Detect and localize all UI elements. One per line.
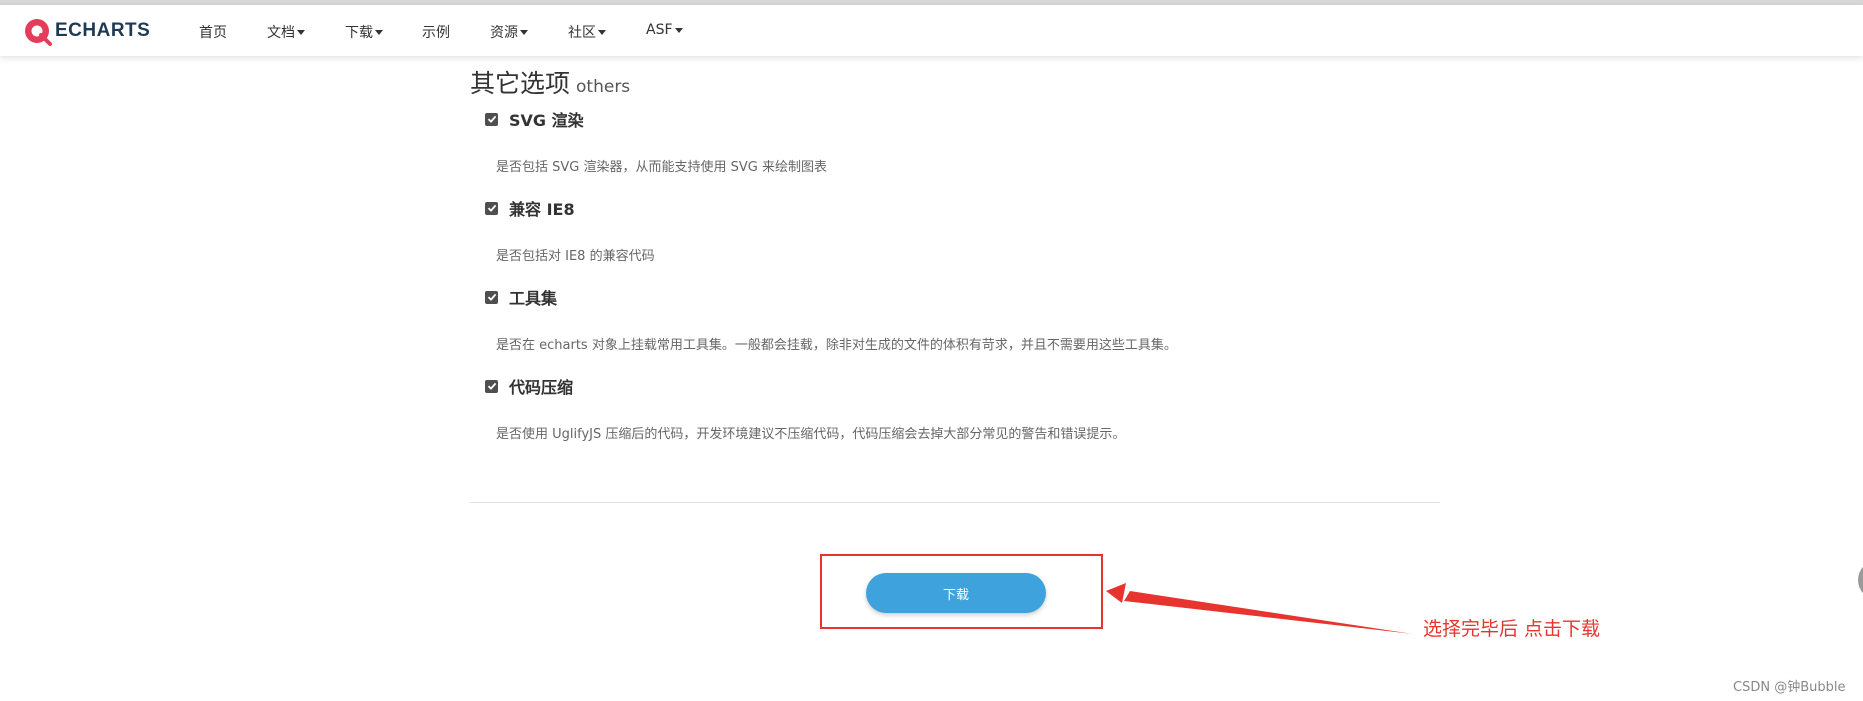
logo-text: ECHARTS [55,20,151,41]
option-description: 是否包括对 IE8 的兼容代码 [496,249,655,264]
nav-item-asf[interactable]: ASF [646,22,683,38]
section-divider [470,502,1440,503]
nav-item-label: 资源 [490,25,518,41]
caret-down-icon [520,29,528,35]
echarts-logo[interactable]: ECHARTS [22,13,150,49]
nav-item-resources[interactable]: 资源 [490,22,528,42]
nav-item-label: 文档 [267,25,295,41]
nav-item-label: 社区 [568,25,596,41]
annotation-text: 选择完毕后 点击下载 [1423,618,1601,640]
nav-item-home[interactable]: 首页 [199,22,227,42]
option-description: 是否使用 UglifyJS 压缩后的代码，开发环境建议不压缩代码，代码压缩会去掉… [496,427,1126,442]
download-button[interactable]: 下载 [866,573,1046,613]
nav-item-label: ASF [646,22,673,38]
checkbox-ie8-compat[interactable] [485,201,498,215]
option-label: 兼容 IE8 [509,200,575,219]
checkbox-minify[interactable] [485,379,498,393]
nav-item-label: 下载 [345,25,373,41]
annotation-arrow-icon [1106,583,1413,634]
section-title-main: 其它选项 [470,69,571,98]
caret-down-icon [375,29,383,35]
option-description: 是否包括 SVG 渲染器，从而能支持使用 SVG 来绘制图表 [496,160,827,175]
option-label: 代码压缩 [509,378,574,397]
top-navbar: ECHARTS 首页 文档 下载 示例 资源 社区 ASF [0,5,1863,56]
caret-down-icon [297,29,305,35]
section-title: 其它选项 others [470,64,630,100]
checkbox-svg-render[interactable] [485,112,498,126]
nav-item-docs[interactable]: 文档 [267,22,305,42]
option-description: 是否在 echarts 对象上挂载常用工具集。一般都会挂载，除非对生成的文件的体… [496,338,1177,353]
option-label: 工具集 [509,289,558,308]
caret-down-icon [674,27,683,33]
checkbox-checked-icon [487,293,496,301]
nav-item-label: 示例 [422,25,450,41]
caret-down-icon [598,29,606,35]
section-title-sub: others [576,77,631,97]
option-label: SVG 渲染 [509,111,584,130]
checkbox-toolkit[interactable] [485,290,498,304]
checkbox-checked-icon [487,204,496,212]
checkbox-checked-icon [487,115,496,123]
nav-item-label: 首页 [199,25,227,41]
checkbox-checked-icon [487,382,496,390]
option-ie8-compat: 兼容 IE8 [485,196,575,220]
nav-item-examples[interactable]: 示例 [422,22,450,42]
echarts-logo-icon [25,19,52,46]
nav-item-download[interactable]: 下载 [345,22,383,42]
nav-item-community[interactable]: 社区 [568,22,606,42]
option-svg-render: SVG 渲染 [485,107,584,131]
floating-side-button[interactable] [1858,560,1863,600]
watermark: CSDN @钟Bubble [1733,680,1846,695]
option-minify: 代码压缩 [485,374,573,398]
option-toolkit: 工具集 [485,285,557,309]
